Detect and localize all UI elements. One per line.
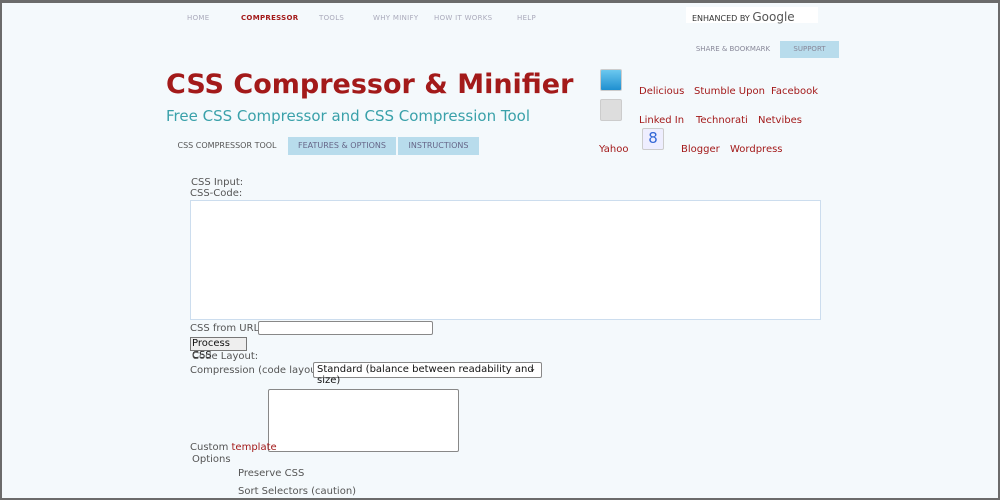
css-code-label: CSS-Code: <box>190 188 243 199</box>
chevron-down-icon: ⌄ <box>529 364 536 373</box>
support-link[interactable]: SUPPORT <box>780 41 839 58</box>
google-bookmark-icon[interactable]: 8 <box>642 128 664 150</box>
google-search-input[interactable]: ENHANCED BY Google <box>686 7 818 24</box>
enhanced-by-label: ENHANCED BY <box>692 14 750 23</box>
css-url-label: CSS from URL: <box>190 323 263 334</box>
netvibes-link[interactable]: Netvibes <box>758 115 802 126</box>
share-bookmark-link[interactable]: SHARE & BOOKMARK <box>686 41 780 58</box>
nav-compressor[interactable]: COMPRESSOR <box>241 14 298 22</box>
nav-tools[interactable]: TOOLS <box>319 14 344 22</box>
nav-home[interactable]: HOME <box>187 14 209 22</box>
css-url-input[interactable] <box>258 321 433 335</box>
linkedin-link[interactable]: Linked In <box>639 115 684 126</box>
stumbleupon-link[interactable]: Stumble Upon <box>694 86 765 97</box>
google-logo: Google <box>752 10 795 24</box>
twitter-icon[interactable] <box>600 69 622 91</box>
preserve-css-option[interactable]: Preserve CSS <box>238 468 304 479</box>
page-subtitle: Free CSS Compressor and CSS Compression … <box>166 107 530 125</box>
process-css-button[interactable]: Process CSS <box>190 337 247 361</box>
yahoo-link[interactable]: Yahoo <box>599 144 628 155</box>
css-input-label: CSS Input: <box>191 177 244 188</box>
nav-why-minify[interactable]: WHY MINIFY <box>373 14 418 22</box>
custom-template-textarea[interactable] <box>268 389 459 452</box>
code-layout-label: Code Layout: <box>192 351 259 362</box>
custom-label: Custom template <box>190 442 277 453</box>
blogger-link[interactable]: Blogger <box>681 144 720 155</box>
delicious-link[interactable]: Delicious <box>639 86 684 97</box>
nav-help[interactable]: HELP <box>517 14 536 22</box>
css-code-textarea[interactable] <box>190 200 821 320</box>
nav-how-it-works[interactable]: HOW IT WORKS <box>434 14 492 22</box>
tab-features-options[interactable]: FEATURES & OPTIONS <box>288 137 396 155</box>
tab-css-compressor-tool[interactable]: CSS COMPRESSOR TOOL <box>168 137 286 155</box>
compression-selected-value: Standard (balance between readability an… <box>317 364 534 386</box>
digg-icon[interactable] <box>600 99 622 121</box>
technorati-link[interactable]: Technorati <box>696 115 748 126</box>
custom-text: Custom <box>190 442 229 453</box>
template-link[interactable]: template <box>232 442 277 453</box>
wordpress-link[interactable]: Wordpress <box>730 144 783 155</box>
tab-instructions[interactable]: INSTRUCTIONS <box>398 137 479 155</box>
facebook-link[interactable]: Facebook <box>771 86 818 97</box>
sort-selectors-option[interactable]: Sort Selectors (caution) <box>238 486 356 497</box>
options-label: Options <box>192 454 231 465</box>
compression-select[interactable]: Standard (balance between readability an… <box>313 362 542 386</box>
page-title: CSS Compressor & Minifier <box>166 69 574 100</box>
compression-label: Compression (code layout): <box>190 365 328 376</box>
